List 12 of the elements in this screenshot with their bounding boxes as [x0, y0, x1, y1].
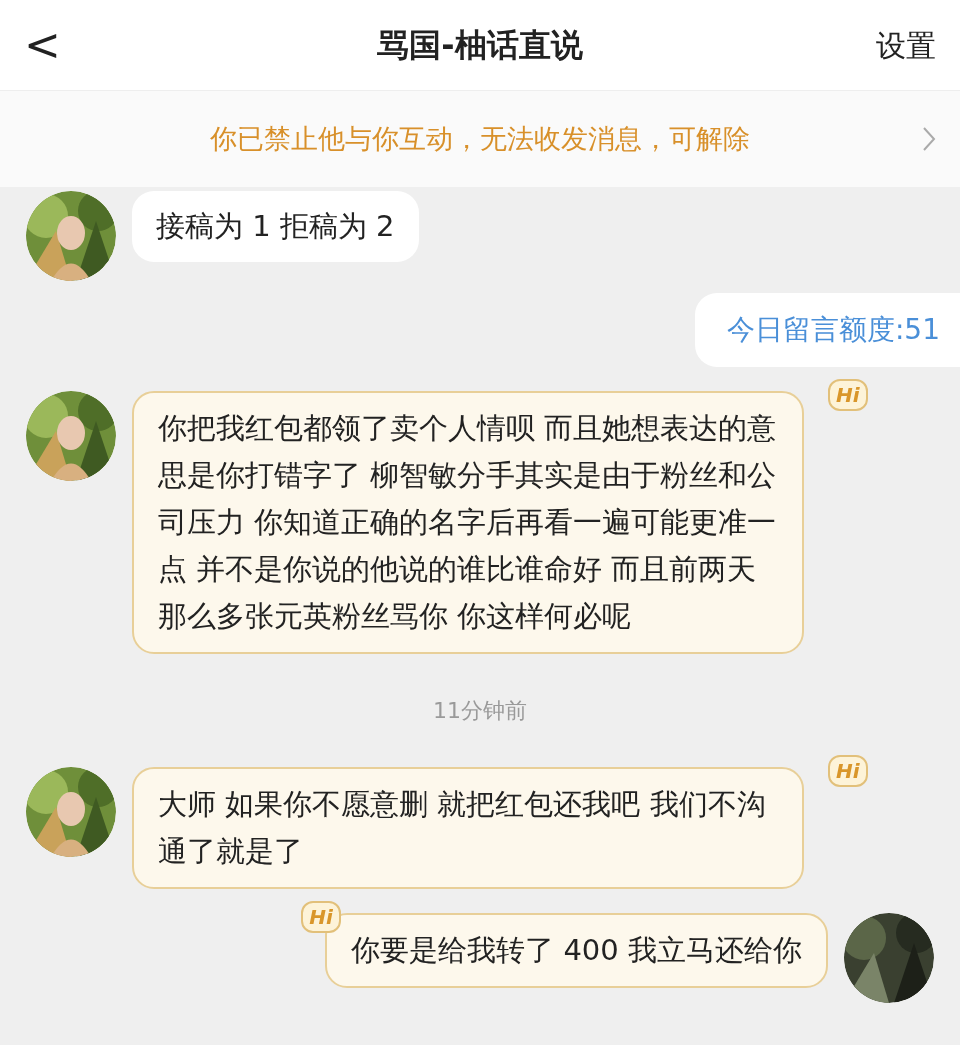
back-button[interactable]: <: [24, 12, 124, 78]
message-bubble: 你把我红包都领了卖个人情呗 而且她想表达的意思是你打错字了 柳智敏分手其实是由于粉丝和公司压力 你知道正确的名字后再看一遍可能更准一点 并不是你说的他说的谁比谁命好 而且前两天那么多张元英粉丝骂你 你这样何必呢: [132, 391, 804, 654]
hi-badge: Hi: [828, 755, 868, 787]
message-bubble: 大师 如果你不愿意删 就把红包还我吧 我们不沟通了就是了: [132, 767, 804, 889]
quota-bubble: 今日留言额度:51: [694, 293, 960, 367]
message-bubble: 接稿为 1 拒稿为 2: [132, 191, 419, 262]
settings-button[interactable]: 设置: [836, 22, 936, 68]
hi-badge: Hi: [828, 379, 868, 411]
chevron-right-icon: [922, 126, 936, 152]
timestamp: 11分钟前: [433, 697, 527, 725]
chat-title: 骂国-柚话直说: [377, 25, 583, 66]
block-notice-text: 你已禁止他与你互动，无法收发消息，可解除: [210, 121, 750, 156]
